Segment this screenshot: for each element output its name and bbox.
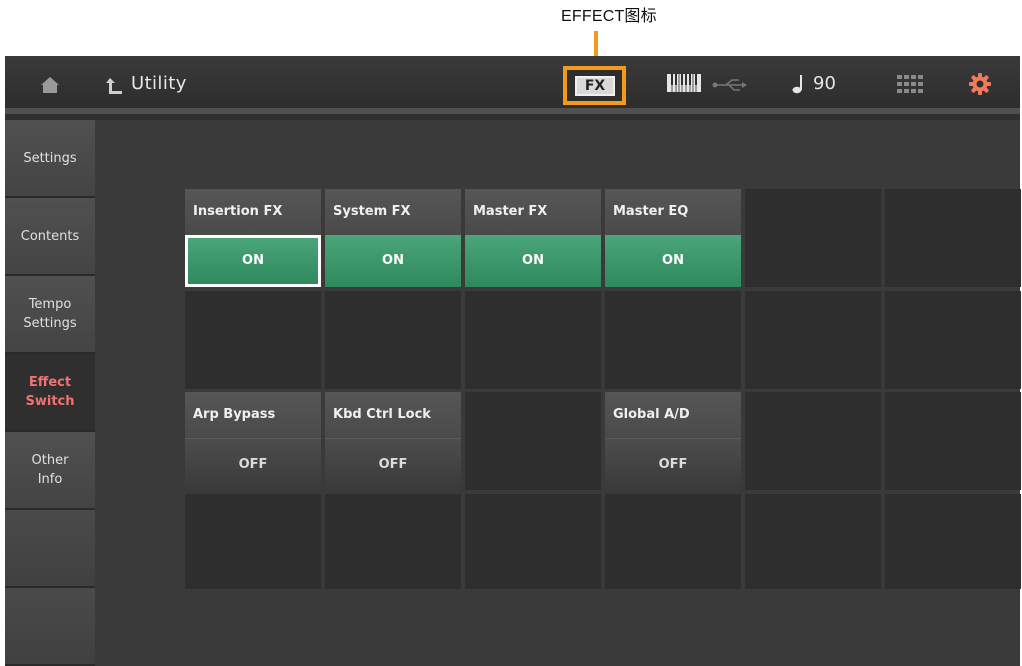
arp-bypass-toggle[interactable]: OFF (185, 438, 321, 490)
switch-label: Master FX (465, 189, 601, 235)
back-icon[interactable] (105, 76, 123, 96)
sidebar: Settings Contents Tempo Settings Effect … (5, 120, 95, 666)
home-icon[interactable] (40, 75, 60, 95)
effect-fx-icon[interactable]: FX (575, 76, 615, 96)
global-ad-toggle[interactable]: OFF (605, 438, 741, 490)
usb-icon (712, 79, 747, 91)
empty-cell (745, 291, 881, 389)
global-ad-switch: Global A/D OFF (605, 392, 741, 490)
kbd-ctrl-lock-switch: Kbd Ctrl Lock OFF (325, 392, 461, 490)
sidebar-empty-slot (5, 588, 95, 666)
gear-icon[interactable] (969, 73, 991, 95)
empty-cell (605, 291, 741, 389)
master-eq-toggle[interactable]: ON (605, 235, 741, 287)
effect-icon-highlight: FX (563, 66, 626, 105)
effect-icon-callout-label: EFFECT图标 (561, 8, 657, 25)
empty-cell (185, 291, 321, 389)
insertion-fx-switch: Insertion FX ON (185, 189, 321, 287)
empty-cell (745, 494, 881, 589)
top-bar: Utility FX 90 (5, 56, 1020, 114)
master-fx-toggle[interactable]: ON (465, 235, 601, 287)
page-title: Utility (131, 73, 187, 94)
keyboard-icon (667, 74, 701, 92)
empty-cell (185, 494, 321, 589)
empty-cell (605, 494, 741, 589)
master-eq-switch: Master EQ ON (605, 189, 741, 287)
system-fx-toggle[interactable]: ON (325, 235, 461, 287)
empty-cell (885, 189, 1021, 287)
sidebar-item-tempo-settings[interactable]: Tempo Settings (5, 276, 95, 354)
empty-cell (465, 291, 601, 389)
switch-label: Arp Bypass (185, 392, 321, 438)
empty-cell (745, 392, 881, 490)
master-fx-switch: Master FX ON (465, 189, 601, 287)
grid-icon[interactable] (897, 75, 923, 93)
sidebar-empty-slot (5, 510, 95, 588)
empty-cell (465, 494, 601, 589)
empty-cell (885, 291, 1021, 389)
sidebar-item-settings[interactable]: Settings (5, 120, 95, 198)
switch-label: Master EQ (605, 189, 741, 235)
empty-cell (325, 494, 461, 589)
effect-switch-panel: Insertion FX ON System FX ON Master FX O… (95, 120, 1021, 666)
switch-label: System FX (325, 189, 461, 235)
switch-label: Global A/D (605, 392, 741, 438)
empty-cell (465, 392, 601, 490)
switch-label: Kbd Ctrl Lock (325, 392, 461, 438)
kbd-ctrl-lock-toggle[interactable]: OFF (325, 438, 461, 490)
sidebar-item-other-info[interactable]: Other Info (5, 432, 95, 510)
switch-label: Insertion FX (185, 189, 321, 235)
note-icon (792, 75, 802, 94)
insertion-fx-toggle[interactable]: ON (185, 235, 321, 287)
empty-cell (325, 291, 461, 389)
arp-bypass-switch: Arp Bypass OFF (185, 392, 321, 490)
empty-cell (745, 189, 881, 287)
system-fx-switch: System FX ON (325, 189, 461, 287)
empty-cell (885, 392, 1021, 490)
sidebar-item-contents[interactable]: Contents (5, 198, 95, 276)
tempo-value[interactable]: 90 (813, 72, 836, 96)
empty-cell (885, 494, 1021, 589)
sidebar-item-effect-switch[interactable]: Effect Switch (5, 354, 95, 432)
utility-screen: Utility FX 90 Settings Contents Tempo Se… (5, 56, 1021, 666)
